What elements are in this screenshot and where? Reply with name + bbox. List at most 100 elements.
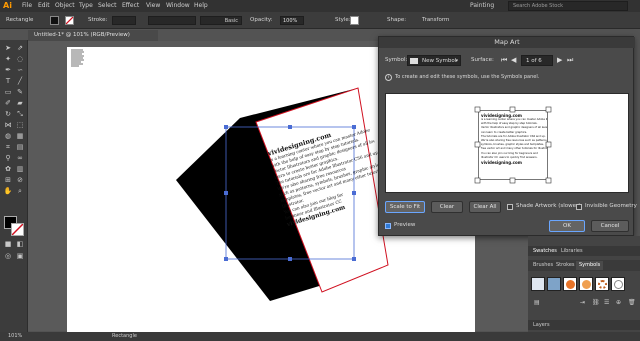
first-surface-icon[interactable]: ⏮ <box>501 56 507 64</box>
blend-tool-icon[interactable]: ∞ <box>15 154 25 163</box>
brush-definition-value: Basic <box>224 18 238 24</box>
symbol-swatch[interactable] <box>579 277 593 291</box>
tab-swatches[interactable]: Swatches <box>530 247 560 256</box>
lasso-tool-icon[interactable]: ◌ <box>15 55 25 64</box>
artboard-tool-icon[interactable]: ⊞ <box>3 176 13 185</box>
info-icon: i <box>385 74 392 81</box>
width-tool-icon[interactable]: ⋈ <box>3 121 13 130</box>
column-graph-tool-icon[interactable]: ▥ <box>15 165 25 174</box>
variable-width-profile[interactable] <box>148 16 196 25</box>
place-symbol-icon[interactable]: ⇥ <box>580 299 585 306</box>
menu-type[interactable]: Type <box>79 2 93 10</box>
surface-field[interactable]: 1 of 6 <box>521 55 553 66</box>
tab-strokes[interactable]: Strokes <box>553 261 578 270</box>
line-tool-icon[interactable]: ╱ <box>15 77 25 86</box>
fill-swatch[interactable] <box>50 16 59 25</box>
symbol-libraries-icon[interactable]: ▤ <box>534 299 540 306</box>
style-label: Style: <box>335 17 351 23</box>
gradient-tool-icon[interactable]: ▤ <box>15 143 25 152</box>
paintbrush-tool-icon[interactable]: ✎ <box>15 88 25 97</box>
workspace-switcher[interactable]: Painting <box>470 2 494 10</box>
tab-layers[interactable]: Layers <box>530 321 553 330</box>
symbol-swatch[interactable] <box>611 277 625 291</box>
scale-tool-icon[interactable]: ⤡ <box>15 110 25 119</box>
menu-object[interactable]: Object <box>55 2 75 10</box>
menu-window[interactable]: Window <box>166 2 190 10</box>
dialog-title: Map Art <box>379 37 635 48</box>
tab-libraries[interactable]: Libraries <box>558 247 586 256</box>
color-mode-icon[interactable]: ■ <box>3 240 13 249</box>
app-logo: Ai <box>3 1 12 10</box>
symbol-options-icon[interactable]: ☰ <box>604 299 609 306</box>
stroke-color-box[interactable] <box>11 223 24 236</box>
pen-tool-icon[interactable]: ✒ <box>3 66 13 75</box>
current-tool-status[interactable]: Rectangle <box>112 332 137 341</box>
symbol-swatch[interactable] <box>531 277 545 291</box>
scale-to-fit-button[interactable]: Scale to Fit <box>385 201 425 213</box>
surface-label: Surface: <box>471 57 494 63</box>
stock-search-input[interactable]: Search Adobe Stock <box>508 1 628 11</box>
menu-select[interactable]: Select <box>98 2 117 10</box>
symbol-source-thumbnail[interactable] <box>70 48 85 68</box>
direct-selection-tool-icon[interactable]: ⇗ <box>15 44 25 53</box>
stroke-weight-field[interactable] <box>112 16 136 25</box>
zoom-level[interactable]: 101% <box>8 332 22 341</box>
menu-view[interactable]: View <box>146 2 160 10</box>
stroke-swatch[interactable] <box>65 16 74 25</box>
invisible-geometry-checkbox[interactable] <box>576 204 582 210</box>
chevron-down-icon: ▾ <box>455 58 458 64</box>
menu-edit[interactable]: Edit <box>38 2 50 10</box>
drawing-mode-icon[interactable]: ◎ <box>3 252 13 261</box>
break-link-icon[interactable]: ⛓ <box>592 299 600 306</box>
tab-symbols[interactable]: Symbols <box>576 261 604 270</box>
brush-definition-select[interactable]: Basic <box>200 16 242 25</box>
ok-button[interactable]: OK <box>549 220 585 232</box>
gradient-mode-icon[interactable]: ◧ <box>15 240 25 249</box>
next-surface-icon[interactable]: ▶ <box>557 56 562 64</box>
screen-mode-icon[interactable]: ▣ <box>15 252 25 261</box>
trash-icon[interactable]: 🗑 <box>628 299 636 306</box>
slice-tool-icon[interactable]: ⊘ <box>15 176 25 185</box>
transform-label[interactable]: Transform <box>422 17 449 24</box>
rectangle-tool-icon[interactable]: ▭ <box>3 88 13 97</box>
shape-builder-tool-icon[interactable]: ◍ <box>3 132 13 141</box>
document-tab[interactable]: Untitled-1* @ 101% (RGB/Preview) <box>28 30 158 41</box>
new-symbol-icon[interactable]: ⊕ <box>616 299 621 306</box>
preview-checkbox[interactable] <box>385 223 391 229</box>
symbol-select[interactable]: New Symbol ▾ <box>407 55 461 66</box>
preview-label: Preview <box>394 222 416 228</box>
zoom-tool-icon[interactable]: ⌕ <box>15 187 25 196</box>
opacity-field[interactable]: 100% <box>280 16 304 25</box>
symbol-swatch[interactable] <box>563 277 577 291</box>
selection-tool-icon[interactable]: ➤ <box>3 44 13 53</box>
clear-button[interactable]: Clear <box>431 201 463 213</box>
surface-preview-area[interactable]: vividesigning.com is a learning center w… <box>385 93 629 193</box>
symbol-sprayer-tool-icon[interactable]: ✿ <box>3 165 13 174</box>
graphic-style-swatch[interactable] <box>350 16 359 25</box>
rotate-tool-icon[interactable]: ↻ <box>3 110 13 119</box>
menu-bar: Ai File Edit Object Type Select Effect V… <box>0 0 640 12</box>
shade-artwork-checkbox[interactable] <box>507 204 513 210</box>
shaper-tool-icon[interactable]: ✐ <box>3 99 13 108</box>
cancel-button[interactable]: Cancel <box>591 220 629 232</box>
eyedropper-tool-icon[interactable]: ⚲ <box>3 154 13 163</box>
symbol-swatch[interactable] <box>595 277 609 291</box>
menu-help[interactable]: Help <box>194 2 208 10</box>
eraser-tool-icon[interactable]: ▰ <box>15 99 25 108</box>
clear-all-button[interactable]: Clear All <box>469 201 501 213</box>
perspective-grid-tool-icon[interactable]: ▦ <box>15 132 25 141</box>
surface-selection-handles[interactable] <box>474 106 552 184</box>
free-transform-tool-icon[interactable]: ⬚ <box>15 121 25 130</box>
curvature-tool-icon[interactable]: ∽ <box>15 66 25 75</box>
last-surface-icon[interactable]: ⏭ <box>567 56 573 64</box>
hand-tool-icon[interactable]: ✋ <box>3 187 13 196</box>
stock-search-placeholder: Search Adobe Stock <box>513 3 564 9</box>
magic-wand-tool-icon[interactable]: ✦ <box>3 55 13 64</box>
shape-label[interactable]: Shape: <box>387 17 406 24</box>
previous-surface-icon[interactable]: ◀ <box>511 56 516 64</box>
menu-effect[interactable]: Effect <box>122 2 139 10</box>
menu-file[interactable]: File <box>22 2 32 10</box>
symbol-swatch[interactable] <box>547 277 561 291</box>
mesh-tool-icon[interactable]: ⌗ <box>3 143 13 152</box>
type-tool-icon[interactable]: T <box>3 77 13 86</box>
